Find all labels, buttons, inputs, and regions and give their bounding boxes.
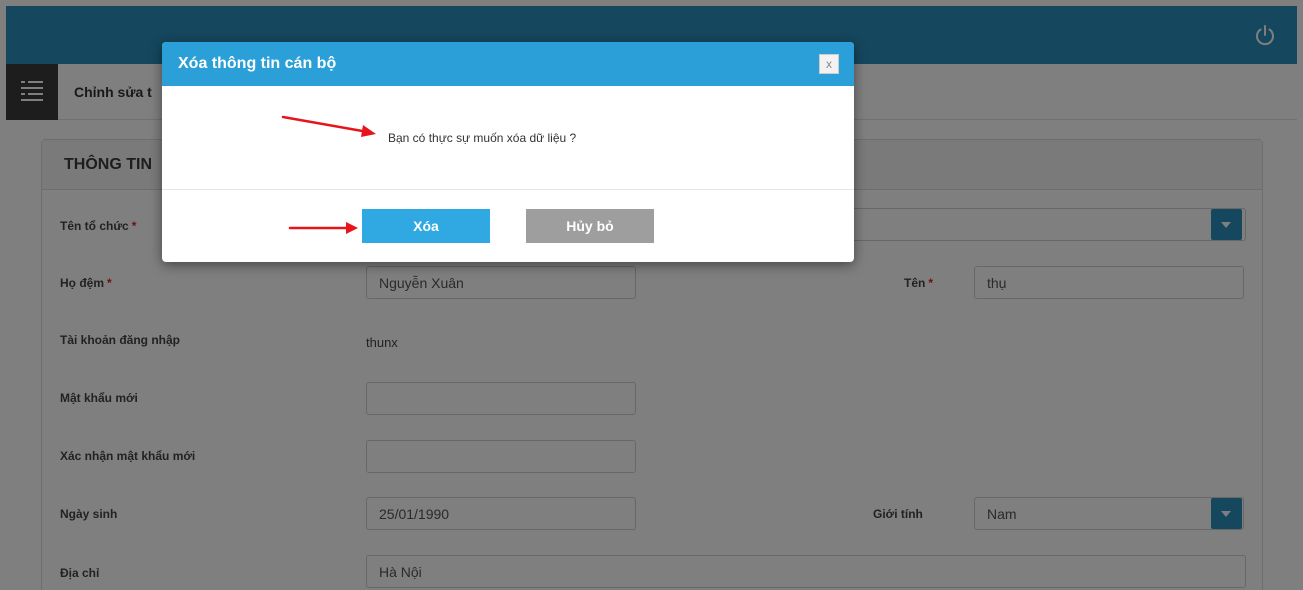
confirm-message: Bạn có thực sự muốn xóa dữ liệu ? [388,131,577,145]
annotation-arrow-icon [281,115,376,137]
delete-button[interactable]: Xóa [362,209,490,243]
close-icon[interactable]: x [819,54,839,74]
dialog-header: Xóa thông tin cán bộ x [162,42,854,86]
dialog-body: Bạn có thực sự muốn xóa dữ liệu ? [162,86,854,190]
delete-staff-dialog: Xóa thông tin cán bộ x Bạn có thực sự mu… [162,42,854,262]
annotation-arrow-icon [288,222,358,234]
dialog-title: Xóa thông tin cán bộ [178,55,337,72]
cancel-button[interactable]: Hủy bỏ [526,209,654,243]
